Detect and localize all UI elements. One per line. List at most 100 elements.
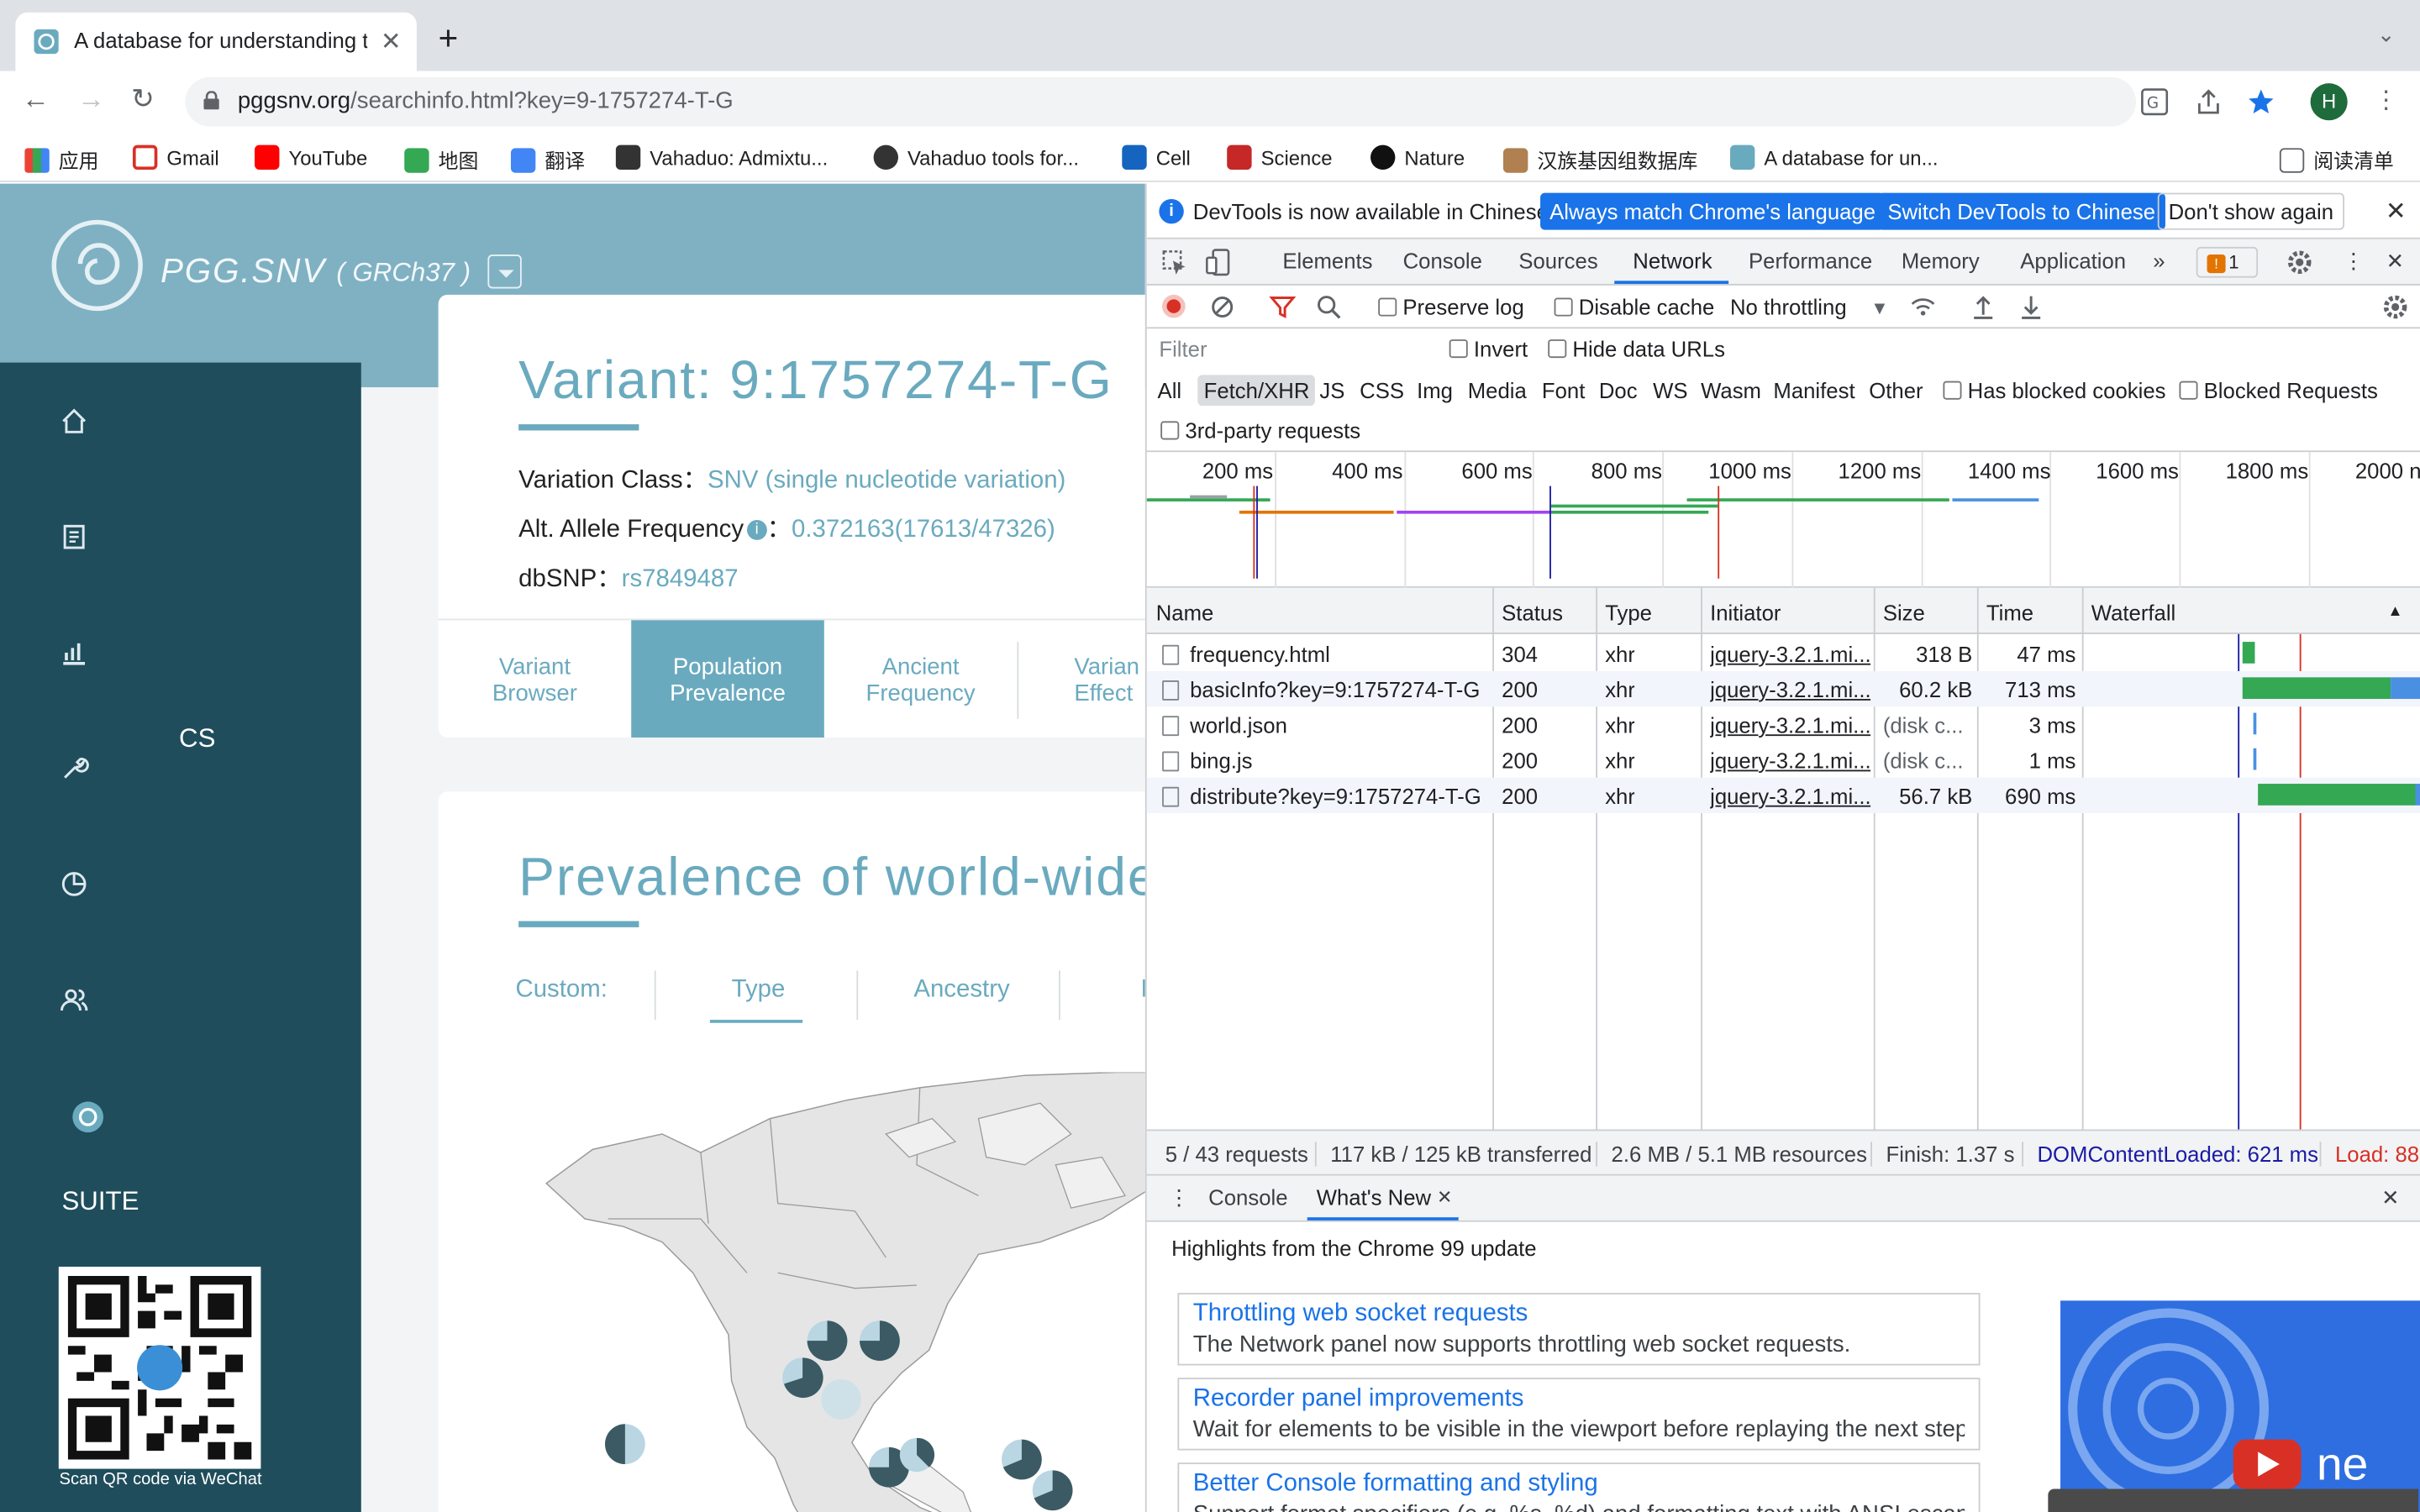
dont-show-again-button[interactable]: Don't show again xyxy=(2157,192,2344,230)
customize-menu-icon[interactable]: ⋮ xyxy=(2343,249,2365,275)
type-css[interactable]: CSS xyxy=(1360,378,1404,402)
tab-search-chevron-icon[interactable]: ⌄ xyxy=(2377,22,2396,48)
drawer-tab-whats-new[interactable]: What's New xyxy=(1317,1185,1431,1210)
column-time[interactable]: Time xyxy=(1986,600,2033,624)
new-tab-icon[interactable]: + xyxy=(439,18,459,59)
custom-tab-ancestry[interactable]: Ancestry xyxy=(913,977,1009,1005)
pie-marker[interactable] xyxy=(605,1424,645,1465)
bookmark-han-genome-db[interactable]: 汉族基因组数据库 xyxy=(1502,145,1697,175)
pie-marker[interactable] xyxy=(821,1379,861,1420)
whats-new-item-title[interactable]: Throttling web socket requests xyxy=(1193,1300,1965,1328)
switch-to-chinese-button[interactable]: Switch DevTools to Chinese xyxy=(1878,192,2165,230)
issues-counter[interactable]: ! 1 xyxy=(2196,246,2259,278)
forward-arrow-icon[interactable]: → xyxy=(77,83,105,116)
whats-new-item-title[interactable]: Recorder panel improvements xyxy=(1193,1385,1965,1413)
close-devtools-icon[interactable]: ✕ xyxy=(2386,249,2405,275)
chrome-menu-icon[interactable]: ⋮ xyxy=(2374,85,2398,116)
more-tabs-icon[interactable]: » xyxy=(2153,249,2165,273)
share-icon[interactable] xyxy=(2195,88,2223,116)
drawer-menu-icon[interactable]: ⋮ xyxy=(1168,1185,1190,1211)
tab-ancient-frequency[interactable]: Ancient Frequency xyxy=(824,620,1018,738)
pie-marker[interactable] xyxy=(782,1357,823,1399)
table-row[interactable]: frequency.html 304 xhr jquery-3.2.1.mi..… xyxy=(1147,636,2420,671)
bookmark-vahaduo-admixture[interactable]: Vahaduo: Admixtu... xyxy=(615,144,828,171)
throttling-select[interactable]: No throttling ▾ xyxy=(1730,295,1885,321)
bookmark-pggsnv[interactable]: A database for un... xyxy=(1729,144,1938,171)
type-ws[interactable]: WS xyxy=(1653,378,1687,402)
column-status[interactable]: Status xyxy=(1502,600,1563,624)
type-media[interactable]: Media xyxy=(1468,378,1527,402)
tab-elements[interactable]: Elements xyxy=(1282,249,1372,273)
custom-tab-type[interactable]: Type xyxy=(732,977,786,1005)
users-icon[interactable] xyxy=(59,984,90,1016)
tab-sources[interactable]: Sources xyxy=(1518,249,1597,273)
wrench-icon[interactable] xyxy=(59,753,90,784)
reload-icon[interactable]: ↻ xyxy=(131,83,155,116)
request-initiator[interactable]: jquery-3.2.1.mi... xyxy=(1710,784,1870,808)
tab-variant-effect[interactable]: Varian Effect xyxy=(1017,620,1144,738)
prevalence-pie-markers[interactable] xyxy=(587,1310,1142,1512)
bookmark-nature[interactable]: Nature xyxy=(1370,144,1465,171)
whats-new-item[interactable]: Recorder panel improvements Wait for ele… xyxy=(1177,1378,1981,1451)
filter-icon[interactable] xyxy=(1269,293,1297,321)
tab-network[interactable]: Network xyxy=(1633,249,1712,273)
close-drawer-icon[interactable]: ✕ xyxy=(2381,1185,2400,1211)
close-tab-icon[interactable]: ✕ xyxy=(1437,1186,1452,1208)
device-toolbar-icon[interactable] xyxy=(1205,249,1233,276)
import-har-icon[interactable] xyxy=(1970,293,1997,321)
request-initiator[interactable]: jquery-3.2.1.mi... xyxy=(1710,713,1870,738)
filter-input[interactable]: Filter xyxy=(1156,333,1428,365)
dbsnp-link[interactable]: rs7849487 xyxy=(622,566,739,592)
bookmark-vahaduo-tools[interactable]: Vahaduo tools for... xyxy=(873,144,1079,171)
tab-variant-browser[interactable]: Variant Browser xyxy=(439,620,632,738)
column-type[interactable]: Type xyxy=(1605,600,1652,624)
type-all[interactable]: All xyxy=(1158,378,1182,402)
browser-tab[interactable]: A database for understanding the ✕ xyxy=(15,12,417,71)
always-match-language-button[interactable]: Always match Chrome's language xyxy=(1540,192,1886,230)
request-initiator[interactable]: jquery-3.2.1.mi... xyxy=(1710,677,1870,701)
whats-new-video-thumbnail[interactable]: ne xyxy=(2060,1300,2420,1512)
pie-marker[interactable] xyxy=(1032,1470,1073,1511)
pie-chart-icon[interactable] xyxy=(59,869,90,900)
network-conditions-icon[interactable] xyxy=(1909,293,1937,321)
bookmark-maps[interactable]: 地图 xyxy=(404,145,478,175)
type-manifest[interactable]: Manifest xyxy=(1773,378,1854,402)
record-icon[interactable] xyxy=(1162,294,1186,318)
sort-ascending-icon[interactable]: ▲ xyxy=(2387,603,2402,620)
tab-application[interactable]: Application xyxy=(2020,249,2126,273)
has-blocked-cookies-checkbox[interactable]: Has blocked cookies xyxy=(1943,378,2165,402)
pie-marker[interactable] xyxy=(807,1320,848,1362)
tab-console[interactable]: Console xyxy=(1403,249,1482,273)
table-row[interactable]: distribute?key=9:1757274-T-G 200 xhr jqu… xyxy=(1146,777,2420,813)
request-initiator[interactable]: jquery-3.2.1.mi... xyxy=(1710,642,1870,666)
bookmark-cell[interactable]: Cell xyxy=(1122,144,1191,171)
bookmark-gmail[interactable]: Gmail xyxy=(132,144,219,171)
bookmark-apps[interactable]: 应用 xyxy=(24,145,99,175)
type-font[interactable]: Font xyxy=(1542,378,1585,402)
close-infobar-icon[interactable]: ✕ xyxy=(2386,196,2407,227)
settings-gear-icon[interactable] xyxy=(2286,249,2313,276)
tab-memory[interactable]: Memory xyxy=(1902,249,1980,273)
disable-cache-checkbox[interactable]: Disable cache xyxy=(1554,295,1714,319)
assembly-dropdown[interactable] xyxy=(487,255,522,289)
hide-data-urls-checkbox[interactable]: Hide data URLs xyxy=(1548,336,1725,361)
back-arrow-icon[interactable]: ← xyxy=(22,83,50,116)
translate-icon[interactable]: G xyxy=(2141,88,2169,116)
bar-chart-icon[interactable] xyxy=(59,638,90,669)
inspect-element-icon[interactable] xyxy=(1160,249,1188,276)
profile-avatar[interactable]: H xyxy=(2310,83,2348,121)
third-party-checkbox[interactable]: 3rd-party requests xyxy=(1160,418,1360,443)
address-bar[interactable]: pggsnv.org/searchinfo.html?key=9-1757274… xyxy=(185,76,2137,127)
table-row[interactable]: world.json 200 xhr jquery-3.2.1.mi... (d… xyxy=(1147,706,2420,742)
bookmark-translate[interactable]: 翻译 xyxy=(510,145,585,175)
bookmark-science[interactable]: Science xyxy=(1227,144,1333,171)
table-row[interactable]: bing.js 200 xhr jquery-3.2.1.mi... (disk… xyxy=(1147,742,2420,777)
bookmark-star-icon[interactable] xyxy=(2247,88,2275,116)
bookmark-youtube[interactable]: YouTube xyxy=(255,144,367,171)
request-initiator[interactable]: jquery-3.2.1.mi... xyxy=(1710,748,1870,773)
type-doc[interactable]: Doc xyxy=(1599,378,1638,402)
pie-marker[interactable] xyxy=(1002,1439,1042,1480)
type-js[interactable]: JS xyxy=(1319,378,1344,402)
column-initiator[interactable]: Initiator xyxy=(1710,600,1781,624)
home-icon[interactable] xyxy=(59,406,90,437)
